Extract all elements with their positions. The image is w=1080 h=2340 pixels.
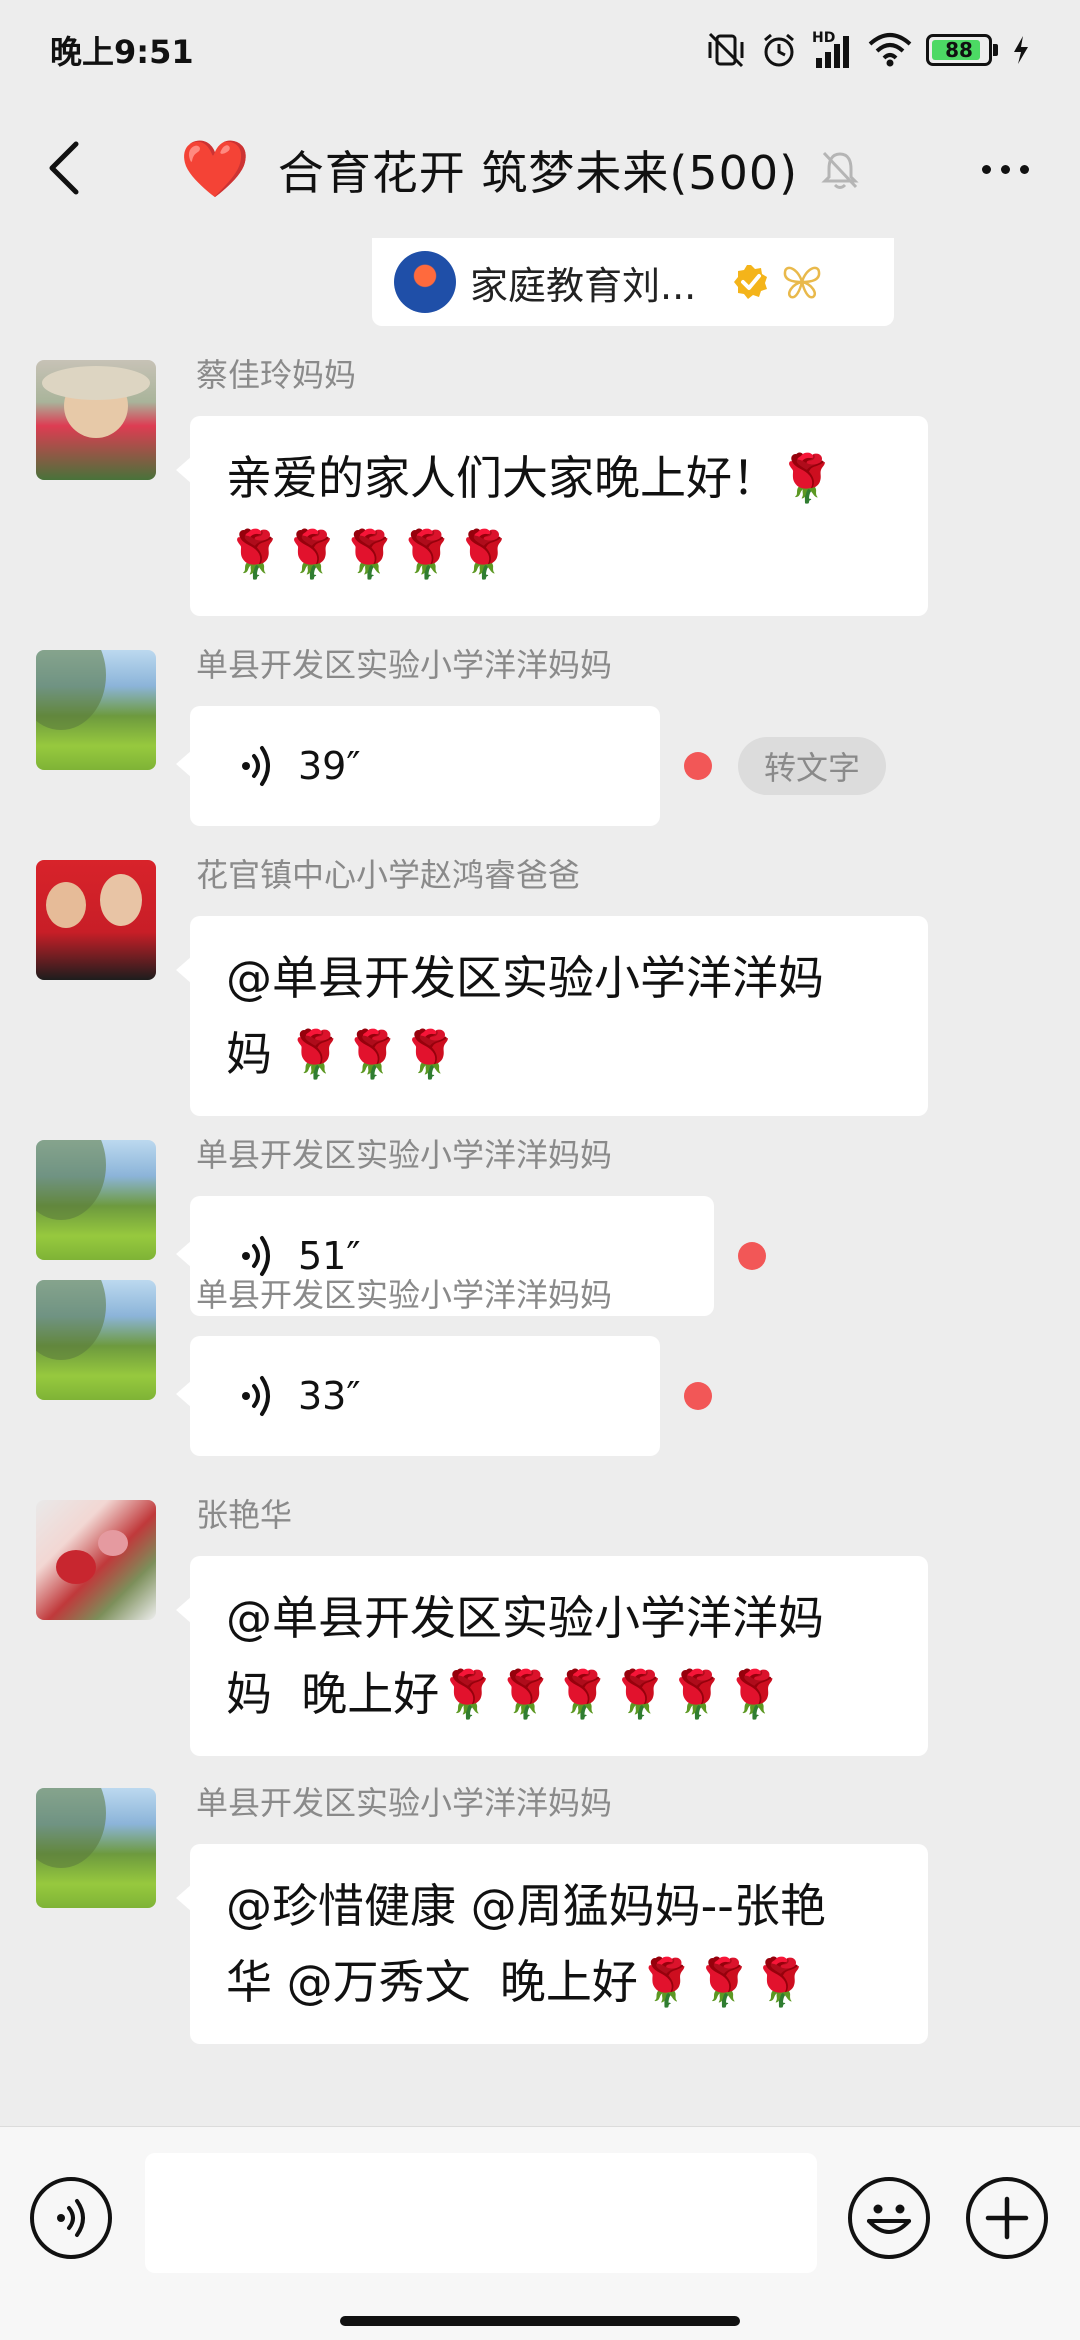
pinned-name: 家庭教育刘... — [470, 263, 697, 308]
voice-wave-icon — [57, 2199, 85, 2237]
status-time: 晚上9:51 — [50, 33, 194, 71]
unread-dot — [684, 1382, 712, 1410]
sender-name: 单县开发区实验小学洋洋妈妈 — [196, 646, 613, 684]
message-text: @珍惜健康 @周猛妈妈--张艳 华 @万秀文 晚上好🌹🌹🌹 — [226, 1879, 826, 2009]
message-bubble[interactable]: 亲爱的家人们大家晚上好！🌹 🌹🌹🌹🌹🌹 — [176, 416, 928, 616]
avatar[interactable] — [36, 860, 156, 980]
avatar[interactable] — [36, 360, 156, 480]
charging-icon — [1014, 36, 1028, 64]
battery-indicator: 88 — [926, 34, 998, 66]
sender-name: 花官镇中心小学赵鸿睿爸爸 — [196, 856, 581, 894]
avatar[interactable] — [36, 1280, 156, 1400]
pinned-avatar — [394, 251, 456, 313]
vibrate-off-icon — [708, 32, 744, 68]
plus-icon — [985, 2196, 1029, 2240]
mute-bell-icon — [821, 151, 859, 189]
battery-cap — [993, 44, 998, 56]
chat-header: ❤️ 合育花开 筑梦未来(500) — [0, 100, 1080, 240]
avatar[interactable] — [36, 650, 156, 770]
status-bar: 晚上9:51 HD 88 — [0, 0, 1080, 100]
back-button[interactable] — [36, 136, 92, 200]
transcribe-button[interactable]: 转文字 — [738, 737, 887, 795]
pinned-message[interactable]: 家庭教育刘... — [372, 238, 894, 326]
battery-icon: 88 — [926, 34, 992, 66]
voice-wave-icon — [242, 1376, 270, 1416]
battery-level: 88 — [945, 38, 973, 62]
voice-wave-icon — [242, 746, 270, 786]
status-icons: HD 88 — [706, 30, 1030, 70]
voice-message-bubble[interactable]: 33″ — [176, 1336, 660, 1456]
message-bubble[interactable]: @珍惜健康 @周猛妈妈--张艳 华 @万秀文 晚上好🌹🌹🌹 — [176, 1844, 928, 2044]
heart-icon: ❤️ — [180, 137, 250, 202]
voice-input-button[interactable] — [30, 2177, 112, 2259]
avatar[interactable] — [36, 1140, 156, 1260]
message-bubble[interactable]: @单县开发区实验小学洋洋妈 妈 🌹🌹🌹 — [176, 916, 928, 1116]
message-text: @单县开发区实验小学洋洋妈 妈 晚上好🌹🌹🌹🌹🌹🌹 — [226, 1591, 824, 1721]
voice-duration: 33″ — [298, 1374, 361, 1418]
emoji-button[interactable] — [848, 2177, 930, 2259]
input-bar — [0, 2126, 1080, 2340]
chat-title: 合育花开 筑梦未来(500) — [277, 146, 799, 200]
more-dot-icon — [1000, 164, 1010, 174]
sender-name: 单县开发区实验小学洋洋妈妈 — [196, 1276, 613, 1314]
more-dot-icon — [1019, 164, 1029, 174]
verified-badge-icon — [734, 265, 768, 299]
home-indicator[interactable] — [340, 2316, 740, 2326]
sender-name: 单县开发区实验小学洋洋妈妈 — [196, 1784, 613, 1822]
voice-message-bubble[interactable]: 39″ — [176, 706, 660, 826]
sender-name: 蔡佳玲妈妈 — [196, 356, 357, 394]
message-bubble[interactable]: @单县开发区实验小学洋洋妈 妈 晚上好🌹🌹🌹🌹🌹🌹 — [176, 1556, 928, 1756]
message-text: @单县开发区实验小学洋洋妈 妈 🌹🌹🌹 — [226, 951, 824, 1081]
message-text: 亲爱的家人们大家晚上好！🌹 🌹🌹🌹🌹🌹 — [226, 451, 836, 581]
sender-name: 单县开发区实验小学洋洋妈妈 — [196, 1136, 613, 1174]
sender-name: 张艳华 — [196, 1496, 293, 1534]
smiley-icon — [867, 2204, 911, 2234]
voice-duration: 39″ — [298, 744, 361, 788]
alarm-icon — [764, 33, 794, 67]
unread-dot — [738, 1242, 766, 1270]
butterfly-icon — [783, 266, 821, 299]
more-dot-icon — [981, 164, 991, 174]
cellular-signal-icon: HD — [812, 30, 854, 70]
more-options-button[interactable] — [970, 144, 1040, 194]
avatar[interactable] — [36, 1788, 156, 1908]
wifi-icon — [868, 33, 912, 67]
plus-button[interactable] — [966, 2177, 1048, 2259]
chevron-left-icon — [49, 141, 79, 195]
message-input[interactable] — [145, 2153, 817, 2273]
avatar[interactable] — [36, 1500, 156, 1620]
unread-dot — [684, 752, 712, 780]
chat-title-group[interactable]: ❤️ 合育花开 筑梦未来(500) — [180, 100, 920, 240]
